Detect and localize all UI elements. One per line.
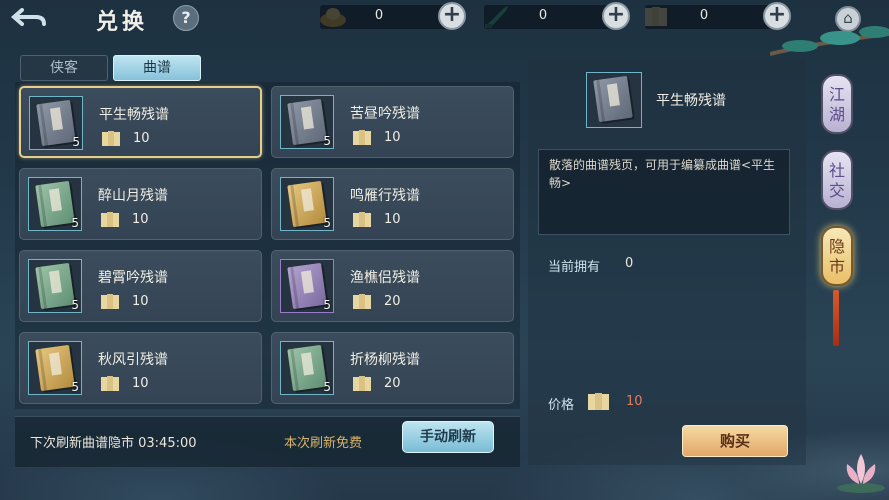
refresh-timer: 下次刷新曲谱隐市 03:45:00 — [30, 436, 197, 451]
resource-scroll: 0 + — [645, 2, 791, 30]
lantern-tassel — [833, 290, 839, 346]
detail-item-name: 平生畅残谱 — [656, 93, 726, 109]
score-book-icon — [35, 262, 75, 310]
help-button[interactable]: ? — [173, 5, 199, 31]
manual-refresh-button[interactable]: 手动刷新 — [402, 421, 494, 453]
item-thumbnail: 5 — [28, 259, 82, 313]
item-card[interactable]: 5 平生畅残谱 10 — [19, 86, 262, 158]
owned-value: 0 — [625, 256, 634, 271]
side-tab-yinshi-label: 隐市 — [828, 237, 845, 276]
item-quantity: 5 — [71, 298, 79, 312]
item-thumbnail: 5 — [28, 177, 82, 231]
item-name: 醉山月残谱 — [98, 188, 168, 204]
resource-jade-value: 0 — [538, 8, 548, 23]
owned-label: 当前拥有 — [548, 260, 601, 275]
item-description: 散落的曲谱残页，可用于编纂成曲谱<平生畅> — [549, 158, 776, 190]
lotus-decoration — [837, 454, 885, 493]
tab-xiake[interactable]: 侠客 — [20, 55, 108, 81]
item-thumbnail: 5 — [280, 259, 334, 313]
side-tab-jianghu[interactable]: 江湖 — [821, 74, 853, 134]
item-thumbnail: 5 — [280, 177, 334, 231]
item-quantity: 5 — [72, 135, 80, 149]
item-thumbnail: 5 — [29, 96, 83, 150]
item-name: 折杨柳残谱 — [350, 352, 420, 368]
score-book-icon — [287, 180, 327, 228]
scroll-bundle-icon — [353, 212, 371, 227]
item-name: 苦昼吟残谱 — [350, 106, 420, 122]
item-thumbnail: 5 — [280, 341, 334, 395]
free-refresh-notice: 本次刷新免费 — [284, 436, 363, 451]
item-cost: 20 — [384, 376, 401, 391]
price-value: 10 — [626, 394, 643, 409]
resource-gold-value: 0 — [374, 8, 384, 23]
score-book-icon — [36, 99, 76, 147]
item-card[interactable]: 5 醉山月残谱 10 — [19, 168, 262, 240]
item-thumbnail: 5 — [28, 341, 82, 395]
item-quantity: 5 — [71, 380, 79, 394]
scroll-bundle-icon — [101, 294, 119, 309]
item-quantity: 5 — [71, 216, 79, 230]
scroll-bundle-icon — [588, 393, 609, 410]
resource-jade: 0 + — [484, 2, 630, 30]
back-arrow-icon — [10, 8, 46, 26]
score-book-icon — [35, 180, 75, 228]
item-card[interactable]: 5 碧霄吟残谱 10 — [19, 250, 262, 322]
side-tab-shejiao-label: 社交 — [828, 161, 845, 200]
score-book-icon — [593, 75, 633, 123]
detail-item-thumbnail — [586, 72, 642, 128]
scroll-bundle-icon — [101, 376, 119, 391]
description-box: 散落的曲谱残页，可用于编纂成曲谱<平生畅> — [538, 149, 790, 235]
scroll-bundle-icon — [102, 131, 120, 146]
buy-button[interactable]: 购买 — [682, 425, 788, 457]
side-tab-shejiao[interactable]: 社交 — [821, 150, 853, 210]
resource-gold: 0 + — [320, 2, 466, 30]
item-card[interactable]: 5 秋风引残谱 10 — [19, 332, 262, 404]
item-cost: 10 — [384, 130, 401, 145]
score-book-icon — [287, 98, 327, 146]
item-name: 平生畅残谱 — [99, 107, 169, 123]
item-card[interactable]: 5 苦昼吟残谱 10 — [271, 86, 514, 158]
item-card[interactable]: 5 鸣雁行残谱 10 — [271, 168, 514, 240]
item-name: 秋风引残谱 — [98, 352, 168, 368]
pine-branch-decoration — [770, 26, 889, 56]
add-jade-button[interactable]: + — [602, 2, 630, 30]
item-cost: 10 — [384, 212, 401, 227]
item-name: 渔樵侣残谱 — [350, 270, 420, 286]
page-title: 兑换 — [96, 9, 149, 35]
item-name: 碧霄吟残谱 — [98, 270, 168, 286]
item-cost: 10 — [132, 212, 149, 227]
scroll-bundle-icon — [353, 376, 371, 391]
item-quantity: 5 — [323, 134, 331, 148]
score-book-icon — [287, 344, 327, 392]
resource-scroll-value: 0 — [699, 8, 709, 23]
item-quantity: 5 — [323, 298, 331, 312]
item-cost: 20 — [384, 294, 401, 309]
item-quantity: 5 — [323, 380, 331, 394]
scroll-bundle-icon — [101, 212, 119, 227]
scroll-bundle-icon — [353, 130, 371, 145]
item-cost: 10 — [133, 131, 150, 146]
price-label: 价格 — [548, 398, 575, 413]
item-thumbnail: 5 — [280, 95, 334, 149]
side-tab-yinshi[interactable]: 隐市 — [821, 226, 853, 286]
item-name: 鸣雁行残谱 — [350, 188, 420, 204]
item-cost: 10 — [132, 376, 149, 391]
score-book-icon — [287, 262, 327, 310]
side-tab-jianghu-label: 江湖 — [828, 85, 845, 124]
item-quantity: 5 — [323, 216, 331, 230]
back-arrow-icon[interactable] — [10, 4, 58, 32]
item-cost: 10 — [132, 294, 149, 309]
add-gold-button[interactable]: + — [438, 2, 466, 30]
score-book-icon — [35, 344, 75, 392]
item-card[interactable]: 5 渔樵侣残谱 20 — [271, 250, 514, 322]
tab-qupu[interactable]: 曲谱 — [113, 55, 201, 81]
scroll-bundle-icon — [353, 294, 371, 309]
item-card[interactable]: 5 折杨柳残谱 20 — [271, 332, 514, 404]
